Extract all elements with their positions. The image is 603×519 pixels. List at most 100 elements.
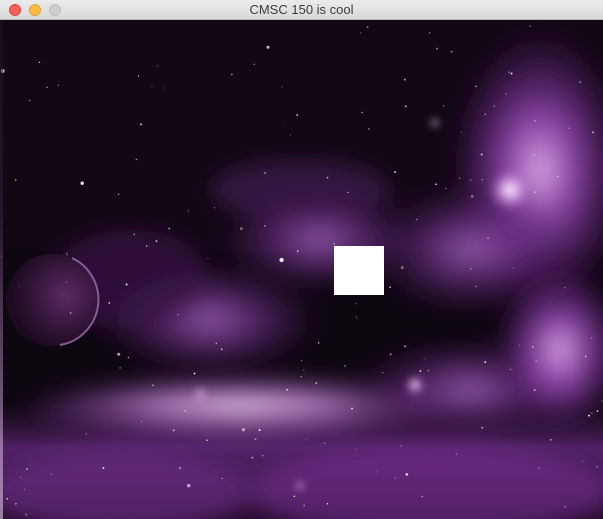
star [481,178,484,181]
star [163,87,165,89]
star [108,301,111,304]
star [484,113,486,115]
star [127,356,130,359]
star [65,281,67,283]
star [221,477,223,480]
star [46,86,48,89]
star [355,316,358,318]
star [534,120,536,122]
star [18,286,21,288]
star [184,409,187,412]
star [193,372,196,375]
star [475,85,477,88]
star [213,207,216,209]
star [69,312,72,314]
star [207,258,209,260]
nebula-background [0,20,603,519]
star [155,240,158,243]
star [592,131,594,134]
star [296,114,299,116]
star [303,504,306,507]
star [303,369,305,371]
star [317,342,320,344]
star [206,439,208,441]
star [305,439,307,441]
star [484,361,487,363]
star [509,368,512,371]
star [512,267,515,269]
star [428,32,431,34]
star [470,195,474,198]
star [382,372,384,374]
star [389,353,392,356]
star [508,71,511,74]
star [532,346,534,348]
star [301,360,303,362]
star [436,47,438,50]
star [564,287,566,289]
star [315,382,318,384]
star [177,314,179,316]
star [117,352,121,356]
star [470,179,472,181]
star [510,72,513,75]
star [405,473,409,476]
star [279,257,284,263]
star [351,407,353,410]
star [296,250,299,252]
star [443,105,445,107]
star [556,175,559,178]
star [168,227,171,230]
star [151,85,153,87]
star [50,473,53,475]
star [368,128,370,130]
game-canvas[interactable] [0,20,603,519]
star [140,420,143,423]
star [140,123,142,126]
star [493,105,495,107]
star [403,78,406,81]
window-title: CMSC 150 is cool [249,2,354,17]
star [458,177,461,179]
star [460,131,462,134]
star [19,476,22,478]
star [579,81,582,83]
star [424,358,426,360]
star [231,73,233,76]
star [333,243,335,245]
star [404,345,407,348]
star [151,384,154,387]
star [293,495,296,497]
star [135,158,138,161]
star [187,210,190,212]
star [481,426,484,429]
star [455,453,458,456]
star [102,467,105,470]
star [538,467,540,470]
star [347,191,349,194]
star [57,84,59,86]
star [26,468,28,470]
star [264,225,266,227]
star [15,502,17,505]
star [172,429,175,432]
star [119,367,121,369]
star [590,337,593,339]
star [591,412,593,414]
star [264,171,267,174]
star [356,448,358,450]
star [584,355,587,358]
star [355,303,357,305]
star [179,467,181,470]
title-bar[interactable]: CMSC 150 is cool [0,0,603,20]
star [258,429,261,432]
star [186,483,191,488]
star [146,245,148,247]
star [588,414,590,417]
star [284,124,286,126]
star [535,359,538,362]
star [289,134,291,136]
star [518,344,520,346]
star [156,65,159,67]
star [582,460,584,462]
